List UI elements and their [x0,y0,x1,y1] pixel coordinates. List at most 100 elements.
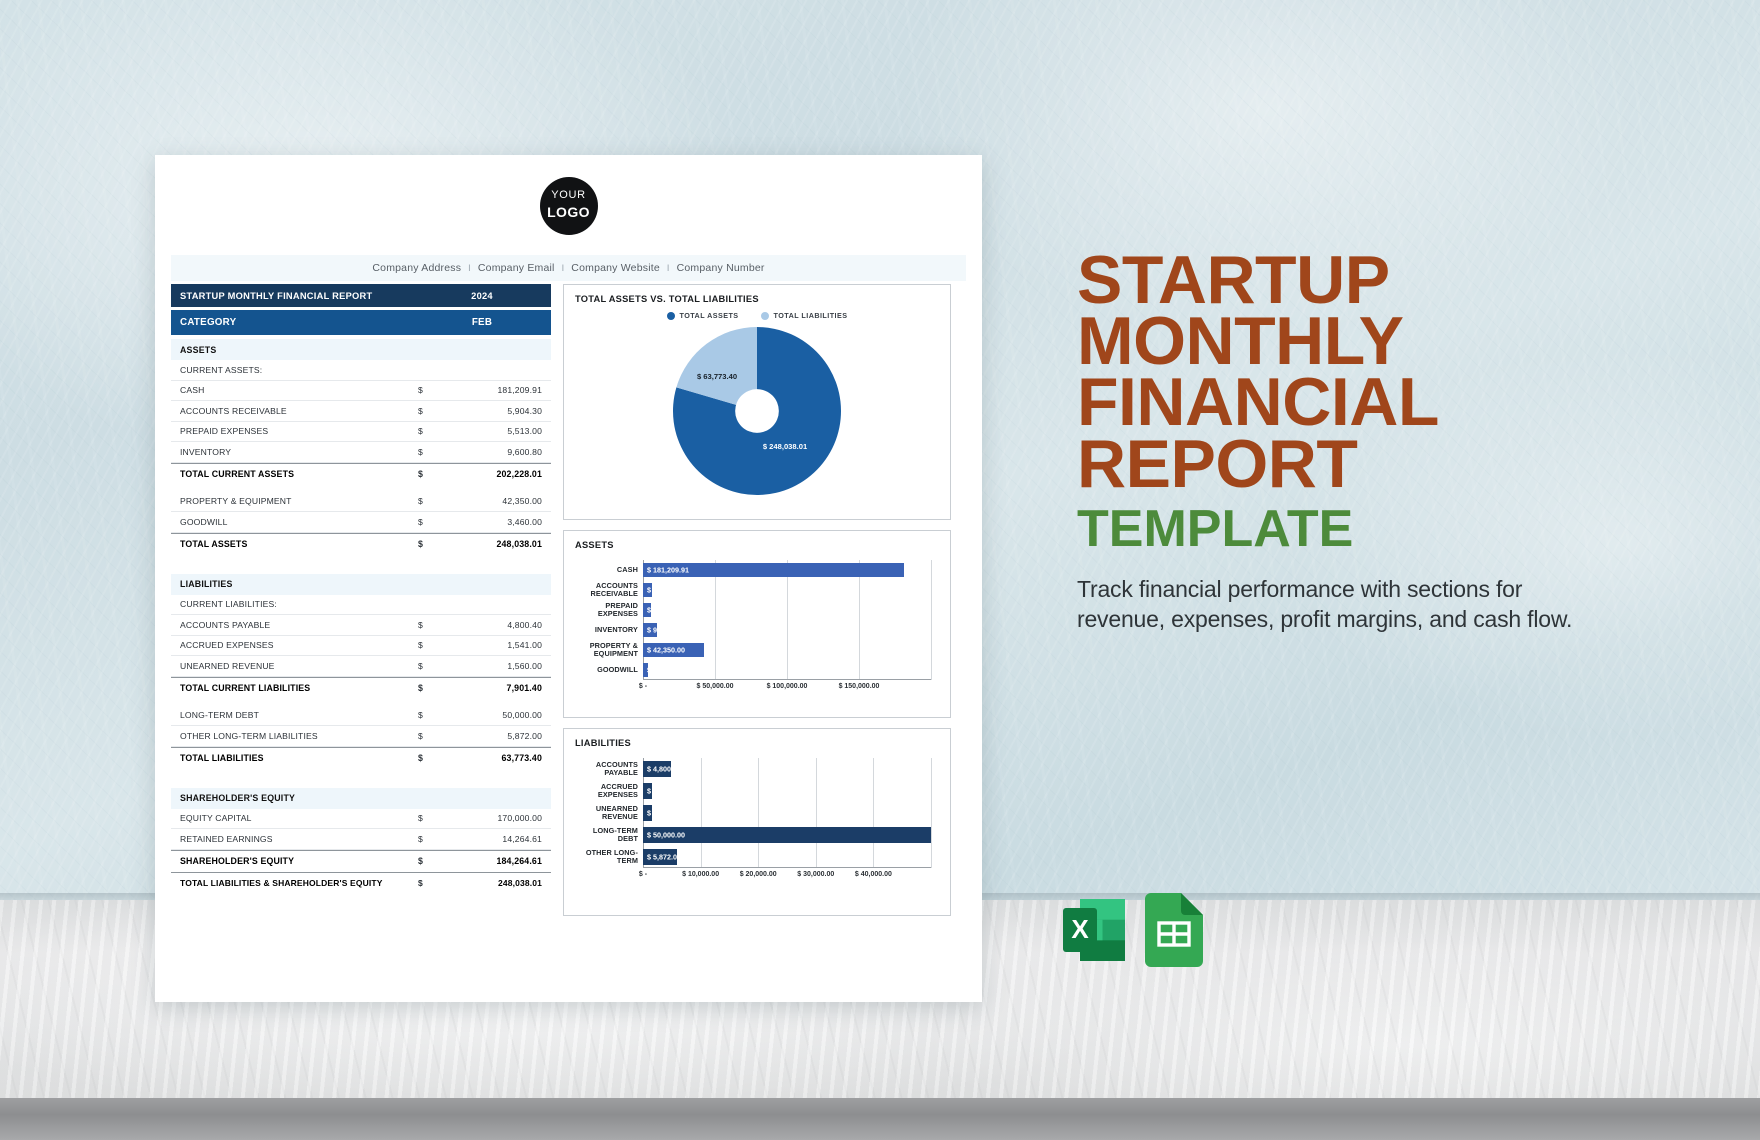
bar-category-label: PROPERTY & EQUIPMENT [589,641,638,658]
x-axis-ticks: $ - $ 50,000.00 $ 100,000.00 $ 150,000.00 [575,683,939,693]
legend-label: TOTAL ASSETS [679,311,739,320]
logo-line-2: LOGO [547,204,590,220]
row-currency: $ [418,469,424,479]
axis-tick-label: $ 150,000.00 [838,683,880,690]
row-value: 248,038.01 [496,539,542,549]
legend-swatch [666,311,675,320]
row-value: 5,904.30 [507,405,542,416]
table-row: ACCRUED EXPENSES $1,541.00 [171,636,551,656]
bar-track: $ 9,600.80 [643,620,931,640]
bar-track: $ 5,872.00 [643,846,931,868]
bar-row: GOODWILL $ 3,460.00 [575,660,939,680]
legend-label: TOTAL LIABILITIES [773,311,848,320]
company-number: Company Number [676,262,765,274]
row-value: 5,872.00 [507,730,542,741]
table-row: TOTAL LIABILITIES $63,773.40 [171,746,551,769]
table-title: STARTUP MONTHLY FINANCIAL REPORT [180,290,373,301]
table-row: ACCOUNTS RECEIVABLE $5,904.30 [171,401,551,422]
excel-icon[interactable]: X [1063,893,1125,972]
row-value: 63,773.40 [501,753,542,763]
row-currency: $ [418,426,423,437]
row-label: SHAREHOLDER'S EQUITY [180,856,295,866]
donut-data-label: $ 63,773.40 [697,372,737,381]
axis-tick-label: $ 100,000.00 [766,683,808,690]
bar-category-label: GOODWILL [597,665,638,675]
bar-data-label: $ 9,600.80 [647,625,681,635]
row-value: 184,264.61 [496,856,542,866]
row-label: TOTAL ASSETS [180,539,248,549]
row-label: TOTAL CURRENT LIABILITIES [180,683,311,693]
table-row: CURRENT LIABILITIES: [171,595,551,615]
table-row: PREPAID EXPENSES $5,513.00 [171,422,551,442]
row-label: ACCRUED EXPENSES [180,640,274,651]
table-row: PROPERTY & EQUIPMENT $42,350.00 [171,492,551,512]
bar-row: ACCOUNTS RECEIVABLE $ 5,904.30 [575,580,939,600]
row-spacer [171,699,551,706]
row-currency: $ [418,683,424,693]
table-column-header: CATEGORY FEB [171,310,551,335]
row-value: 50,000.00 [502,710,542,721]
table-row: UNEARNED REVENUE $1,560.00 [171,656,551,677]
table-row: INVENTORY $9,600.80 [171,442,551,463]
donut-chart-title: TOTAL ASSETS VS. TOTAL LIABILITIES [575,294,759,304]
bar-row: LONG-TERM DEBT $ 50,000.00 [575,824,939,846]
company-website: Company Website [571,262,660,274]
axis-tick-label: $ - [638,871,648,878]
bar-category-label: INVENTORY [594,625,638,635]
bar-row: CASH $ 181,209.91 [575,560,939,580]
row-currency: $ [418,856,424,866]
report-document: YOUR LOGO Company Address I Company Emai… [155,155,982,1002]
row-label: CURRENT LIABILITIES: [180,599,277,610]
row-currency: $ [418,619,423,630]
table-row: EQUITY CAPITAL $170,000.00 [171,809,551,829]
row-label: UNEARNED REVENUE [180,660,275,671]
table-row: TOTAL ASSETS $248,038.01 [171,532,551,555]
assets-vs-liabilities-chart: TOTAL ASSETS VS. TOTAL LIABILITIES TOTAL… [563,284,951,520]
row-currency: $ [418,539,424,549]
row-currency: $ [418,660,423,671]
promo-title-line: FINANCIAL [1077,364,1439,441]
assets-chart-title: ASSETS [575,540,614,550]
liabilities-bar-chart: LIABILITIES ACCOUNTS PAYABLE $ 4,800.40 AC… [563,728,951,916]
table-row: TOTAL CURRENT LIABILITIES $7,901.40 [171,676,551,699]
column-header-period: FEB [471,317,493,328]
bar-track: $ 4,800.40 [643,758,931,780]
separator-icon: I [561,263,565,273]
bar-row: ACCRUED EXPENSES $ 1,541.00 [575,780,939,802]
row-label: PROPERTY & EQUIPMENT [180,496,292,507]
separator-icon: I [468,263,471,273]
row-label: ACCOUNTS RECEIVABLE [180,405,287,416]
legend-swatch [760,311,769,320]
row-label: INVENTORY [180,446,232,457]
axis-tick-strip: $ - $ 10,000.00 $ 20,000.00 $ 30,000.00 $ 40… [629,871,937,881]
row-currency: $ [418,640,423,651]
row-value: 14,264.61 [502,833,542,844]
liabilities-plot-area: ACCOUNTS PAYABLE $ 4,800.40 ACCRUED EXPENS… [575,758,939,878]
bar-data-label: $ 42,350.00 [647,645,685,655]
google-sheets-icon[interactable] [1145,893,1203,972]
logo-line-1: YOUR [551,189,586,201]
axis-tick-label: $ 10,000.00 [682,871,720,878]
row-label: LONG-TERM DEBT [180,710,259,721]
table-row: CURRENT ASSETS: [171,360,551,381]
row-value: 1,560.00 [507,660,542,671]
row-value: 181,209.91 [497,385,542,396]
column-header-category: CATEGORY [180,317,237,328]
table-year: 2024 [471,290,493,301]
table-row: TOTAL LIABILITIES & SHAREHOLDER'S EQUITY… [171,871,551,894]
row-currency: $ [418,813,423,824]
promo-title-line: STARTUP [1077,242,1390,318]
bar-track: $ 3,460.00 [643,660,931,680]
axis-spacer [575,871,629,881]
donut-hole [735,389,779,433]
row-value: 7,901.40 [506,683,542,693]
bar-row: PROPERTY & EQUIPMENT $ 42,350.00 [575,640,939,660]
bar-data-label: $ 1,560.00 [647,808,681,818]
bar-track: $ 181,209.91 [643,560,931,580]
axis-tick-label: $ 20,000.00 [739,871,777,878]
row-value: 248,038.01 [497,878,542,888]
bar-data-label: $ 5,872.00 [647,852,681,862]
company-email: Company Email [477,262,555,274]
bar-track: $ 50,000.00 [643,824,931,846]
